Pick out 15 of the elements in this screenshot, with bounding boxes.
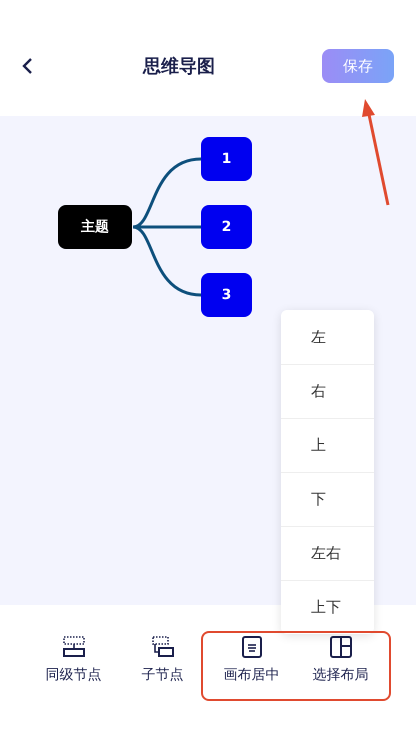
menu-item[interactable]: 左右 [281, 526, 374, 580]
menu-item[interactable]: 左 [281, 310, 374, 364]
menu-item[interactable]: 右 [281, 364, 374, 418]
menu-item[interactable]: 下 [281, 472, 374, 526]
menu-item[interactable]: 上 [281, 418, 374, 472]
toolbar-button[interactable]: 画布居中 [207, 636, 296, 684]
child-node[interactable]: 2 [201, 205, 252, 249]
child-node[interactable]: 3 [201, 273, 252, 317]
toolbar-button[interactable]: 同级节点 [29, 636, 118, 684]
child-node[interactable]: 1 [201, 137, 252, 181]
root-node[interactable]: 主题 [58, 205, 132, 249]
toolbar-button[interactable]: 子节点 [118, 636, 207, 684]
page-title: 思维导图 [143, 55, 215, 78]
menu-item[interactable]: 上下 [281, 580, 374, 634]
toolbar-button[interactable]: 选择布局 [296, 636, 385, 684]
